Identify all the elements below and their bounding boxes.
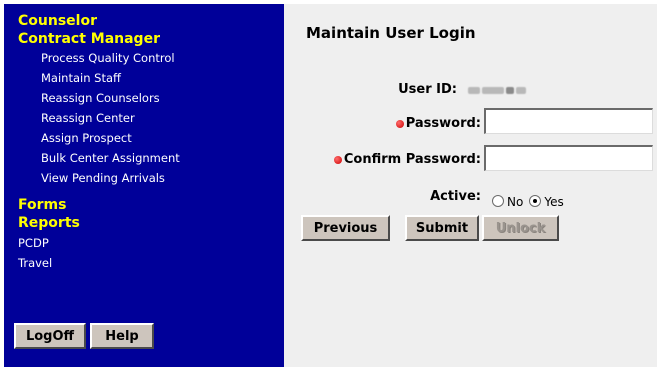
password-label: Password: xyxy=(395,116,481,131)
active-label-text: Active: xyxy=(430,189,481,204)
nav-item-process-quality-control[interactable]: Process Quality Control xyxy=(41,51,175,65)
password-label-text: Password: xyxy=(405,116,481,131)
logoff-button[interactable]: LogOff xyxy=(14,323,86,349)
redaction-chunk xyxy=(506,86,514,94)
required-dot-icon xyxy=(333,155,342,164)
nav-item-reassign-counselors[interactable]: Reassign Counselors xyxy=(41,91,160,105)
submit-button[interactable]: Submit xyxy=(405,215,479,241)
active-no-radio[interactable] xyxy=(492,194,504,207)
user-id-value-redacted xyxy=(468,84,552,96)
nav-item-pcdp[interactable]: PCDP xyxy=(18,236,49,250)
nav-item-maintain-staff[interactable]: Maintain Staff xyxy=(41,71,121,85)
nav-heading-contract-manager[interactable]: Contract Manager xyxy=(18,31,160,47)
confirm-password-label: Confirm Password: xyxy=(333,152,481,167)
nav-item-assign-prospect[interactable]: Assign Prospect xyxy=(41,131,132,145)
active-no-label[interactable]: No xyxy=(507,195,523,209)
main-panel: Maintain User Login User ID: Password: C… xyxy=(284,4,657,367)
redaction-chunk xyxy=(468,86,480,94)
user-id-label-text: User ID: xyxy=(398,82,457,97)
active-yes-label[interactable]: Yes xyxy=(544,195,563,209)
previous-button[interactable]: Previous xyxy=(301,215,390,241)
password-field[interactable] xyxy=(484,108,653,134)
nav-heading-counselor[interactable]: Counselor xyxy=(18,13,97,29)
active-yes-radio[interactable] xyxy=(529,194,542,207)
redaction-chunk xyxy=(482,86,504,94)
page-title: Maintain User Login xyxy=(306,24,476,42)
nav-heading-forms[interactable]: Forms xyxy=(18,197,66,213)
nav-item-reassign-center[interactable]: Reassign Center xyxy=(41,111,135,125)
nav-item-travel[interactable]: Travel xyxy=(18,256,52,270)
help-button[interactable]: Help xyxy=(90,323,154,349)
required-dot-icon xyxy=(395,119,404,128)
nav-item-bulk-center-assignment[interactable]: Bulk Center Assignment xyxy=(41,151,180,165)
nav-heading-reports[interactable]: Reports xyxy=(18,215,80,231)
sidebar-nav: Counselor Contract Manager Process Quali… xyxy=(4,4,284,367)
active-radio-group: No Yes xyxy=(492,192,570,209)
unlock-button[interactable]: Unlock xyxy=(482,215,559,241)
confirm-password-label-text: Confirm Password: xyxy=(343,152,481,167)
active-label: Active: xyxy=(430,189,481,204)
nav-item-view-pending-arrivals[interactable]: View Pending Arrivals xyxy=(41,171,165,185)
confirm-password-field[interactable] xyxy=(484,145,653,171)
user-id-label: User ID: xyxy=(398,82,457,97)
redaction-chunk xyxy=(516,86,526,94)
